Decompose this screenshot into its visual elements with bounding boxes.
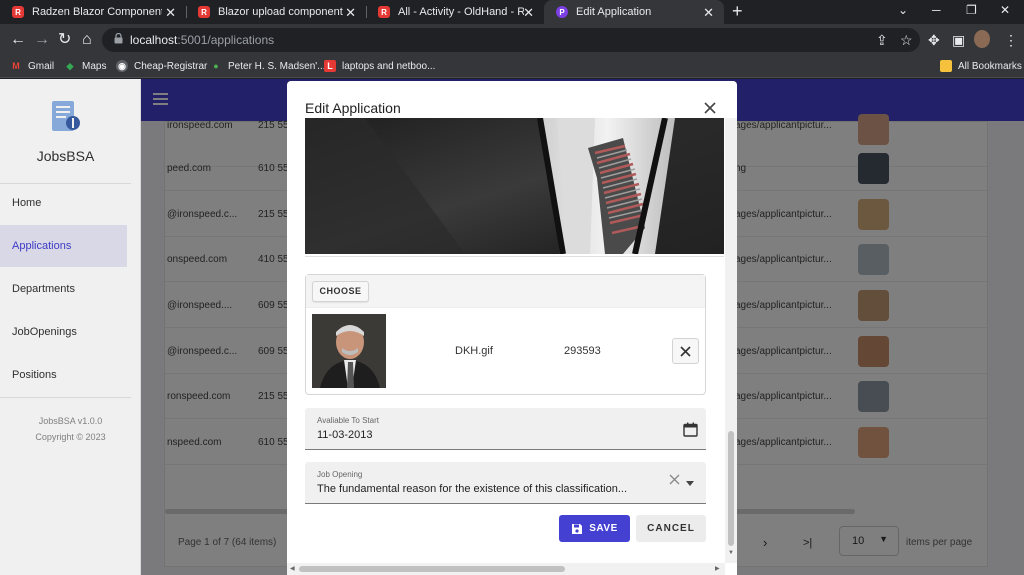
bookmarks-bar: M Gmail ◆ Maps ◉ Cheap-Registrar ● Peter H. … [0, 56, 1024, 78]
radzen-icon: R [378, 6, 390, 18]
app-icon: P [556, 6, 568, 18]
browser-tab-bar: R Radzen Blazor Components ✕ R Blazor up… [0, 0, 1024, 24]
browser-tab-active[interactable]: P Edit Application ✕ [544, 0, 724, 24]
close-tab-icon[interactable]: ✕ [345, 5, 356, 21]
radzen-icon: R [198, 6, 210, 18]
job-opening-dropdown[interactable]: Job Opening The fundamental reason for t… [305, 462, 706, 504]
address-bar[interactable]: localhost:5001/applications ⇪ ☆ [102, 28, 920, 52]
close-tab-icon[interactable]: ✕ [523, 5, 534, 21]
scrollbar-thumb[interactable] [299, 566, 565, 572]
dialog-vertical-scrollbar[interactable]: ▼ [725, 118, 737, 563]
restore-icon[interactable]: ❐ [966, 3, 977, 17]
bookmark-laptops[interactable]: Llaptops and netboo... [324, 60, 435, 72]
browser-tab[interactable]: R Radzen Blazor Components ✕ [0, 0, 186, 24]
lock-icon [114, 33, 123, 44]
save-label: SAVE [589, 523, 618, 534]
folder-icon [940, 60, 952, 72]
close-icon [680, 345, 691, 357]
field-label: Avaliable To Start [317, 416, 379, 425]
menu-icon[interactable]: ⋮ [1004, 32, 1018, 48]
cancel-button[interactable]: CANCEL [636, 515, 706, 542]
file-size: 293593 [564, 345, 601, 357]
choose-button[interactable]: CHOOSE [312, 281, 369, 302]
save-icon [572, 523, 583, 534]
field-label: Job Opening [317, 470, 363, 479]
remove-file-button[interactable] [672, 338, 699, 364]
tab-title: Radzen Blazor Components [32, 6, 162, 18]
bookmark-cheap-registrar[interactable]: ◉ Cheap-Registrar [116, 60, 207, 72]
bookmark-peter[interactable]: ● Peter H. S. Madsen'... [210, 60, 325, 72]
share-icon[interactable]: ⇪ [876, 32, 888, 48]
app-page: JobsBSA Home Applications Departments Jo… [0, 79, 1024, 575]
browser-tab[interactable]: R Blazor upload component ✕ [186, 0, 366, 24]
profile-avatar[interactable] [974, 30, 990, 48]
star-icon[interactable]: ☆ [900, 32, 913, 48]
date-value: 11-03-2013 [317, 429, 373, 441]
earth-icon: ● [213, 61, 219, 71]
extensions-icon[interactable]: ✥ [928, 32, 940, 48]
calendar-icon[interactable] [683, 422, 698, 437]
url-text: localhost:5001/applications [130, 33, 275, 47]
dialog-title: Edit Application [305, 100, 401, 116]
upload-thumbnail [312, 314, 386, 388]
close-tab-icon[interactable]: ✕ [165, 5, 176, 21]
maps-icon: ◆ [66, 60, 74, 71]
divider [305, 256, 724, 257]
bookmark-gmail[interactable]: M Gmail [10, 60, 54, 72]
upload-header: CHOOSE [306, 275, 705, 308]
sidepanel-icon[interactable]: ▣ [952, 32, 965, 48]
close-icon[interactable] [703, 101, 717, 115]
scrollbar-thumb[interactable] [728, 431, 734, 546]
close-tab-icon[interactable]: ✕ [703, 5, 714, 21]
minimize-icon[interactable]: ─ [932, 3, 941, 17]
chevron-down-icon[interactable] [686, 481, 694, 486]
globe-icon: ◉ [116, 60, 128, 72]
bookmark-all[interactable]: All Bookmarks [940, 60, 1022, 72]
applicant-photo [305, 118, 724, 254]
reload-icon[interactable]: ↻ [58, 30, 71, 50]
scroll-right-arrow-icon[interactable]: ▶ [715, 565, 720, 572]
clear-icon[interactable] [669, 474, 680, 485]
tab-search-icon[interactable]: ⌄ [898, 3, 908, 17]
tab-title: All - Activity - OldHand - Radzen [398, 6, 524, 18]
browser-tab[interactable]: R All - Activity - OldHand - Radzen ✕ [366, 0, 544, 24]
selected-job-opening: The fundamental reason for the existence… [317, 483, 627, 495]
browser-toolbar: ← → ↻ ⌂ localhost:5001/applications ⇪ ☆ … [0, 24, 1024, 56]
tab-title: Blazor upload component [218, 6, 343, 18]
new-tab-icon[interactable]: + [732, 1, 743, 22]
tab-title: Edit Application [576, 6, 652, 18]
bookmark-maps[interactable]: ◆ Maps [64, 60, 107, 72]
available-to-start-datepicker[interactable]: Avaliable To Start 11-03-2013 [305, 408, 706, 450]
back-icon[interactable]: ← [10, 30, 26, 50]
scroll-left-arrow-icon[interactable]: ◀ [290, 565, 295, 572]
radzen-icon: R [12, 6, 24, 18]
edit-application-dialog: Edit Application CHOOSE DKH.gif 293593 A… [287, 81, 737, 575]
forward-icon[interactable]: → [34, 30, 50, 50]
scroll-down-arrow-icon[interactable]: ▼ [728, 550, 734, 556]
close-window-icon[interactable]: ✕ [1000, 3, 1010, 17]
home-icon[interactable]: ⌂ [82, 30, 92, 50]
dialog-horizontal-scrollbar[interactable]: ◀ ▶ [287, 563, 725, 575]
save-button[interactable]: SAVE [559, 515, 630, 542]
l-icon: L [324, 60, 336, 72]
modal-backdrop-left [0, 79, 141, 575]
gmail-icon: M [12, 61, 20, 71]
file-name: DKH.gif [455, 345, 493, 357]
file-upload: CHOOSE DKH.gif 293593 [305, 274, 706, 395]
